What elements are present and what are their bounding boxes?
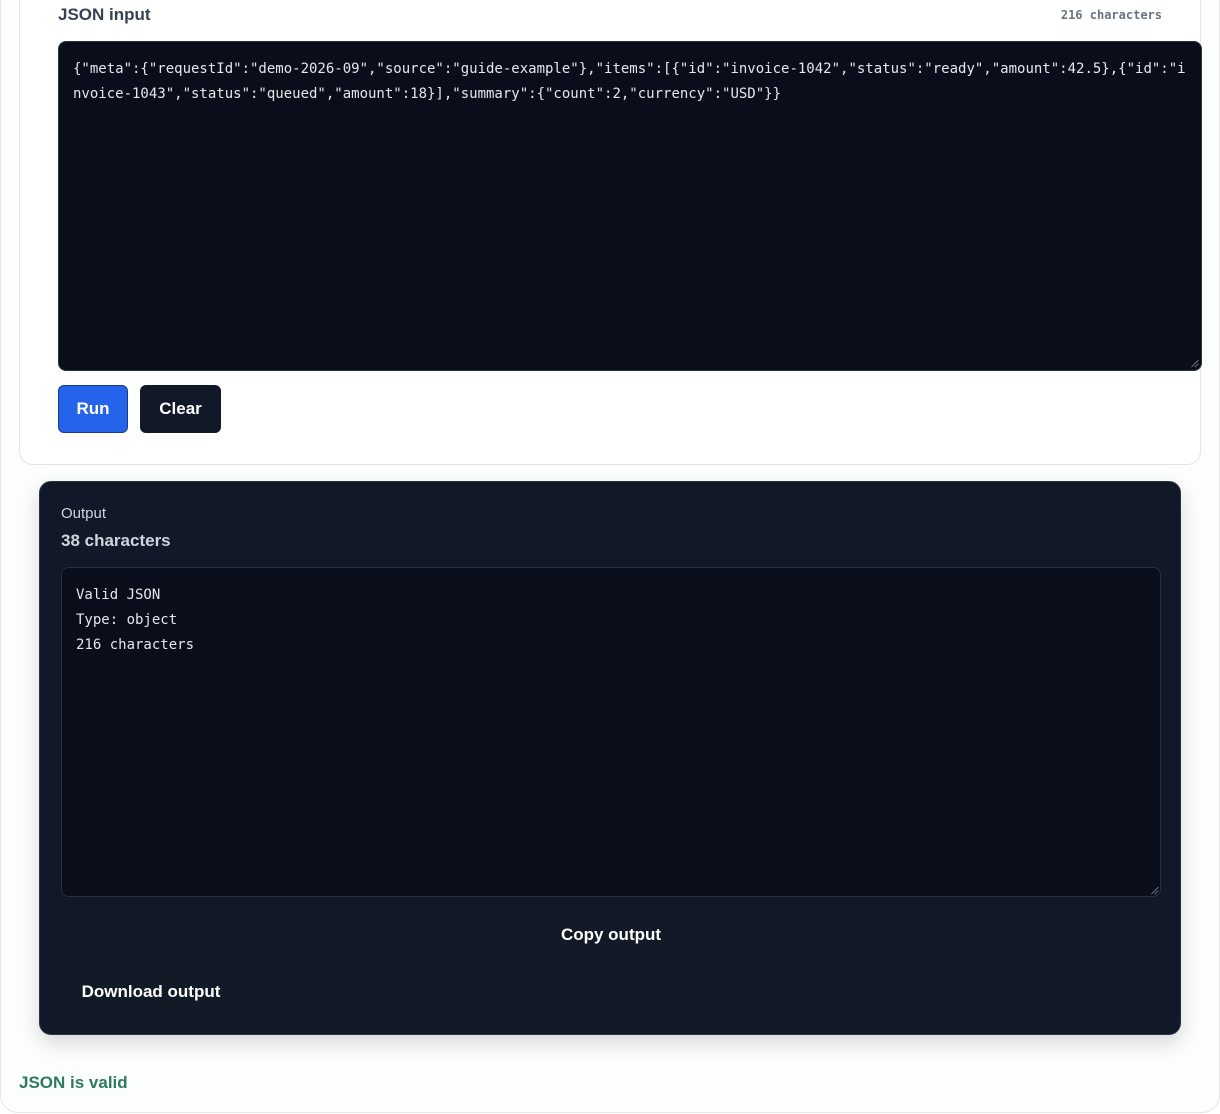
output-line: Type: object	[76, 612, 178, 628]
output-panel: Output 38 characters Valid JSON Type: ob…	[39, 481, 1181, 1035]
input-resize-grip-icon[interactable]	[1188, 357, 1198, 367]
output-label: Output	[61, 505, 107, 522]
output-character-count: 38 characters	[61, 531, 171, 550]
clear-button[interactable]: Clear	[140, 385, 221, 433]
output-textarea[interactable]: Valid JSON Type: object 216 characters	[61, 567, 1161, 897]
json-input-textarea[interactable]: {"meta":{"requestId":"demo-2026-09","sou…	[58, 41, 1202, 371]
input-panel-title: JSON input	[58, 5, 151, 24]
output-line: 216 characters	[76, 637, 195, 653]
download-output-button[interactable]: Download output	[61, 967, 241, 1017]
input-character-count: 216 characters	[1060, 8, 1162, 22]
output-line: Valid JSON	[76, 587, 161, 603]
validation-status: JSON is valid	[19, 1073, 128, 1092]
output-resize-grip-icon[interactable]	[1148, 884, 1158, 894]
copy-output-button[interactable]: Copy output	[61, 910, 1161, 960]
run-button[interactable]: Run	[58, 385, 128, 433]
json-input-panel: JSON input 216 characters {"meta":{"requ…	[19, 0, 1202, 465]
